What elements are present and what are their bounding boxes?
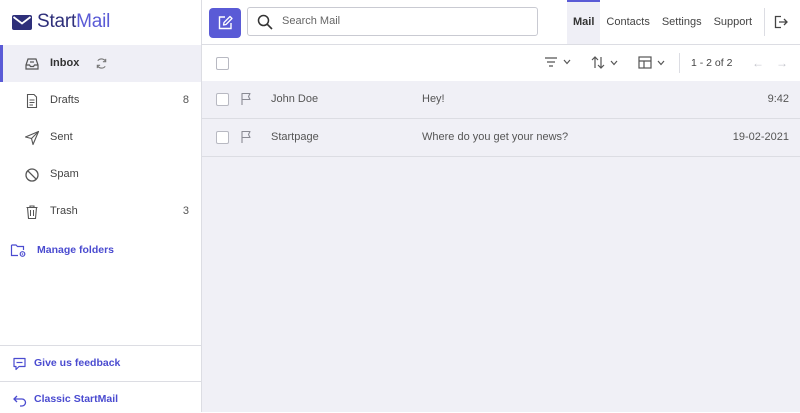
folder-settings-icon xyxy=(10,244,26,257)
feedback-link[interactable]: Give us feedback xyxy=(0,345,201,381)
search-box[interactable] xyxy=(247,7,538,36)
top-bar: Mail Contacts Settings Support xyxy=(202,0,800,45)
block-icon xyxy=(25,168,39,182)
logout-button[interactable] xyxy=(771,0,791,44)
message-row[interactable]: Startpage Where do you get your news? 19… xyxy=(202,119,800,157)
list-toolbar: 1 - 2 of 2 ← → xyxy=(202,45,800,82)
classic-startmail-label: Classic StartMail xyxy=(34,393,119,405)
message-row[interactable]: John Doe Hey! 9:42 xyxy=(202,81,800,119)
back-arrow-icon xyxy=(13,395,27,407)
search-input[interactable] xyxy=(280,14,524,28)
sidebar-item-label: Trash xyxy=(50,205,78,217)
manage-folders-link[interactable]: Manage folders xyxy=(10,240,114,260)
main-tabs: Mail Contacts Settings Support xyxy=(567,0,791,44)
trash-count: 3 xyxy=(182,205,189,217)
logout-icon xyxy=(774,15,789,29)
brand-name: StartMail xyxy=(37,11,111,32)
previous-page-arrow-icon[interactable]: ← xyxy=(752,56,764,70)
sidebar-item-drafts[interactable]: Drafts 8 xyxy=(0,82,201,119)
compose-icon xyxy=(218,15,233,30)
message-date: 9:42 xyxy=(767,93,789,105)
sidebar-item-trash[interactable]: Trash 3 xyxy=(0,193,201,230)
envelope-logo-icon xyxy=(12,14,32,30)
sort-dropdown[interactable] xyxy=(591,56,618,69)
next-page-arrow-icon[interactable]: → xyxy=(776,56,788,70)
message-checkbox[interactable] xyxy=(216,131,229,144)
tab-settings[interactable]: Settings xyxy=(656,0,708,44)
sidebar-item-sent[interactable]: Sent xyxy=(0,119,201,156)
classic-startmail-link[interactable]: Classic StartMail xyxy=(0,381,201,413)
compose-button[interactable] xyxy=(209,8,241,38)
tab-mail[interactable]: Mail xyxy=(567,0,601,44)
flag-icon[interactable] xyxy=(240,92,252,106)
layout-dropdown[interactable] xyxy=(638,56,665,69)
sidebar: StartMail Inbox Drafts 8 Sent Spam Trash… xyxy=(0,0,202,412)
sidebar-item-label: Drafts xyxy=(50,94,80,106)
message-sender: Startpage xyxy=(271,131,319,143)
select-all-checkbox[interactable] xyxy=(216,57,229,70)
inbox-icon xyxy=(25,58,39,70)
layout-icon xyxy=(638,56,652,69)
chevron-down-icon xyxy=(610,60,618,65)
sidebar-item-label: Inbox xyxy=(50,57,80,69)
chevron-down-icon xyxy=(657,60,665,65)
pagination-label: 1 - 2 of 2 xyxy=(691,57,733,69)
feedback-label: Give us feedback xyxy=(34,357,121,369)
tab-support[interactable]: Support xyxy=(708,0,759,44)
toolbar-divider xyxy=(679,53,680,73)
filter-icon xyxy=(545,57,557,67)
startmail-logo[interactable]: StartMail xyxy=(12,11,110,33)
message-list: John Doe Hey! 9:42 Startpage Where do yo… xyxy=(202,81,800,412)
sidebar-item-spam[interactable]: Spam xyxy=(0,156,201,193)
message-checkbox[interactable] xyxy=(216,93,229,106)
message-subject: Hey! xyxy=(422,93,445,105)
sidebar-item-label: Spam xyxy=(50,168,79,180)
sidebar-item-inbox[interactable]: Inbox xyxy=(0,45,201,82)
drafts-count: 8 xyxy=(182,94,189,106)
trash-icon xyxy=(26,205,38,220)
sort-icon xyxy=(591,56,605,69)
message-date: 19-02-2021 xyxy=(732,131,789,143)
sidebar-item-label: Sent xyxy=(50,131,73,143)
chevron-down-icon xyxy=(563,59,571,65)
search-icon xyxy=(257,14,273,30)
send-icon xyxy=(24,130,40,146)
refresh-icon[interactable] xyxy=(95,57,108,70)
filter-dropdown[interactable] xyxy=(544,56,571,68)
manage-folders-label: Manage folders xyxy=(37,244,115,256)
message-sender: John Doe xyxy=(271,93,319,105)
message-subject: Where do you get your news? xyxy=(422,131,569,143)
tabs-divider xyxy=(764,8,766,36)
tab-contacts[interactable]: Contacts xyxy=(600,0,655,44)
flag-icon[interactable] xyxy=(240,130,252,144)
document-icon xyxy=(26,93,38,109)
feedback-icon xyxy=(13,357,26,371)
